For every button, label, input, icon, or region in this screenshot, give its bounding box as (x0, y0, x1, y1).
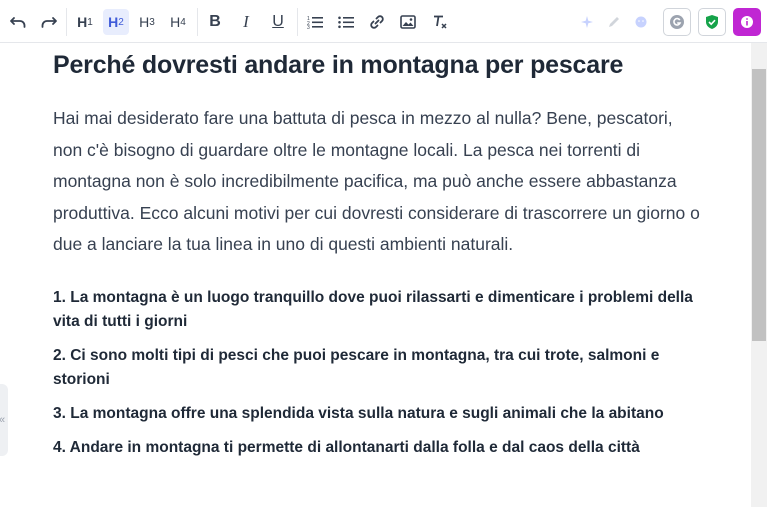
heading-2-level: 2 (118, 16, 124, 28)
heading-2-button[interactable]: H2 (103, 9, 129, 35)
heading-1-button[interactable]: H1 (72, 9, 98, 35)
intro-paragraph: Hai mai desiderato fare una battuta di p… (53, 108, 700, 254)
toolbar-divider (297, 8, 298, 36)
underline-label: U (272, 13, 284, 30)
pen-icon (609, 17, 619, 27)
ordered-list-button[interactable]: 1 2 3 (302, 9, 328, 35)
heading-1-level: 1 (87, 16, 93, 28)
document-title: Perché dovresti andare in montagna per p… (53, 51, 624, 79)
list-item: 3. La montagna offre una splendida vista… (53, 404, 664, 422)
shield-check-icon (706, 15, 718, 29)
heading-4-level: 4 (180, 16, 186, 28)
heading-4-label: H (170, 14, 181, 30)
plagiarism-shield-button[interactable] (698, 8, 726, 36)
vertical-scrollbar[interactable] (751, 43, 767, 507)
grammar-check-button[interactable] (663, 8, 691, 36)
smiley-icon (635, 16, 647, 28)
reasons-list: 1. La montagna è un luogo tranquillo dov… (53, 286, 703, 460)
redo-button[interactable] (36, 9, 62, 35)
heading-2-label: H (108, 14, 119, 30)
toolbar-divider (66, 8, 67, 36)
list-item: 4. Andare in montagna ti permette di all… (53, 438, 640, 456)
toolbar-divider (197, 8, 198, 36)
italic-label: I (243, 12, 249, 31)
list-item: 1. La montagna è un luogo tranquillo dov… (53, 288, 693, 330)
info-button[interactable] (733, 8, 761, 36)
ordered-list-icon: 1 2 3 (307, 16, 323, 29)
underline-button[interactable]: U (265, 9, 291, 35)
heading-4-button[interactable]: H4 (165, 9, 191, 35)
link-button[interactable] (364, 9, 390, 35)
collapse-panel-tab[interactable]: « (0, 384, 8, 456)
bullet-list-icon (338, 16, 354, 29)
clear-format-icon (434, 15, 447, 29)
bold-button[interactable]: B (202, 9, 228, 35)
heading-3-label: H (139, 14, 150, 30)
undo-icon (10, 17, 26, 28)
ai-write-button[interactable] (601, 9, 627, 35)
italic-button[interactable]: I (233, 9, 259, 35)
ai-emoji-button[interactable] (628, 9, 654, 35)
undo-button[interactable] (5, 9, 31, 35)
heading-3-level: 3 (149, 16, 155, 28)
editor-toolbar: H1 H2 H3 H4 B I U 1 2 3 (0, 0, 767, 43)
clear-format-button[interactable] (427, 9, 453, 35)
bold-label: B (209, 13, 221, 30)
editor-content[interactable]: Perché dovresti andare in montagna per p… (53, 43, 743, 470)
image-icon (400, 15, 416, 29)
list-item: 2. Ci sono molti tipi di pesci che puoi … (53, 346, 660, 388)
link-icon (370, 15, 384, 29)
sparkle-icon (581, 16, 593, 28)
bullet-list-button[interactable] (333, 9, 359, 35)
image-button[interactable] (395, 9, 421, 35)
heading-1-label: H (77, 14, 88, 30)
svg-text:3: 3 (307, 25, 310, 29)
scrollbar-thumb[interactable] (752, 69, 766, 341)
double-chevron-left-icon: « (0, 414, 5, 426)
ai-sparkle-button[interactable] (574, 9, 600, 35)
redo-icon (41, 17, 57, 28)
grammar-g-icon (670, 15, 684, 29)
heading-3-button[interactable]: H3 (134, 9, 160, 35)
info-icon (741, 16, 753, 28)
